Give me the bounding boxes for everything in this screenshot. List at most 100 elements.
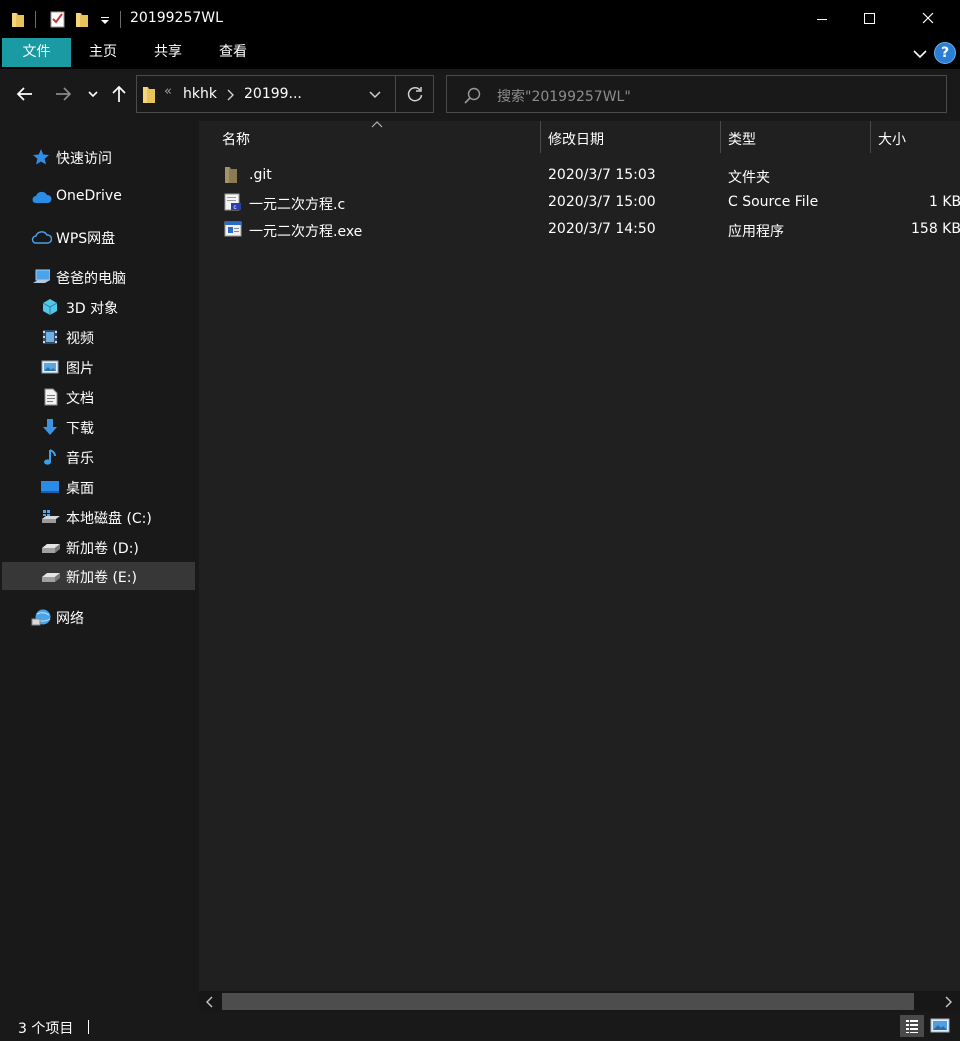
tab-share[interactable]: 共享 xyxy=(144,38,192,67)
sidebar-item-label: 文档 xyxy=(66,391,94,407)
file-size: 158 KB xyxy=(911,221,960,237)
sidebar-item-music[interactable]: 音乐 xyxy=(2,443,195,471)
breadcrumb-overflow[interactable]: « xyxy=(164,84,172,99)
horizontal-scrollbar[interactable] xyxy=(199,991,960,1012)
help-button[interactable]: ? xyxy=(934,42,956,64)
document-icon xyxy=(44,388,58,406)
file-name: 一元二次方程.c xyxy=(249,197,346,213)
column-header-date[interactable]: 修改日期 xyxy=(541,121,720,153)
new-folder-icon[interactable] xyxy=(75,10,89,28)
title-separator xyxy=(120,11,121,28)
column-header-type[interactable]: 类型 xyxy=(721,121,870,153)
sidebar-item-this-pc[interactable]: 爸爸的电脑 xyxy=(2,263,195,291)
file-name: .git xyxy=(249,167,272,183)
maximize-button[interactable] xyxy=(846,0,892,38)
picture-icon xyxy=(41,360,59,374)
details-view-button[interactable] xyxy=(900,1015,924,1037)
sidebar-item-label: 3D 对象 xyxy=(66,301,119,317)
sidebar-item-label: OneDrive xyxy=(56,188,122,204)
file-name: 一元二次方程.exe xyxy=(249,224,363,240)
cloud-icon xyxy=(32,191,52,203)
sidebar-item-documents[interactable]: 文档 xyxy=(2,383,195,411)
sidebar-item-pictures[interactable]: 图片 xyxy=(2,353,195,381)
sidebar-item-3d-objects[interactable]: 3D 对象 xyxy=(2,293,195,321)
sidebar-item-label: 音乐 xyxy=(66,451,94,467)
forward-arrow-icon[interactable] xyxy=(52,83,74,105)
file-size: 1 KB xyxy=(929,194,960,210)
sidebar-item-downloads[interactable]: 下载 xyxy=(2,413,195,441)
sidebar-item-network[interactable]: 网络 xyxy=(2,603,195,631)
large-icons-view-icon xyxy=(930,1018,950,1033)
file-modified: 2020/3/7 15:00 xyxy=(548,194,656,210)
drive-icon xyxy=(42,573,60,582)
sidebar-item-label: 桌面 xyxy=(66,481,94,497)
recent-locations-icon[interactable] xyxy=(84,83,106,105)
desktop-icon xyxy=(41,481,59,493)
sidebar-item-label: 新加卷 (E:) xyxy=(66,570,137,586)
sidebar-item-label: 新加卷 (D:) xyxy=(66,541,139,557)
minimize-button[interactable] xyxy=(799,0,845,38)
address-dropdown-icon[interactable] xyxy=(367,88,383,102)
drive-icon xyxy=(42,544,60,553)
search-icon xyxy=(464,87,481,104)
breadcrumb-segment[interactable]: 20199... xyxy=(244,86,302,102)
details-view-icon xyxy=(906,1020,918,1033)
column-header-size[interactable]: 大小 xyxy=(871,121,960,153)
sidebar-item-label: 视频 xyxy=(66,331,94,347)
sidebar-item-onedrive[interactable]: OneDrive xyxy=(2,183,195,211)
title-bar: 20199257WL xyxy=(0,0,960,38)
up-arrow-icon[interactable] xyxy=(108,83,130,105)
folder-icon xyxy=(12,13,24,27)
file-type: 文件夹 xyxy=(728,170,770,186)
close-button[interactable] xyxy=(904,0,950,38)
sidebar-item-label: 图片 xyxy=(66,361,94,377)
sidebar-item-wps-cloud[interactable]: WPS网盘 xyxy=(2,223,195,251)
address-bar[interactable]: « hkhk 20199... xyxy=(136,75,434,113)
file-list: 名称 修改日期 类型 大小 .git 2020/3/7 15:03 文件夹 c … xyxy=(199,121,960,991)
navigation-bar: « hkhk 20199... 搜索"20199257WL" xyxy=(0,69,960,121)
expand-ribbon-icon[interactable] xyxy=(912,46,928,62)
tab-view[interactable]: 查看 xyxy=(209,38,257,67)
file-row[interactable]: 一元二次方程.exe 2020/3/7 14:50 应用程序 158 KB xyxy=(199,216,960,243)
system-drive-icon xyxy=(42,510,60,523)
breadcrumb-chevron-icon[interactable] xyxy=(225,89,235,101)
file-row[interactable]: c 一元二次方程.c 2020/3/7 15:00 C Source File … xyxy=(199,189,960,216)
computer-icon xyxy=(33,269,50,283)
customize-toolbar-icon[interactable] xyxy=(99,10,111,28)
download-icon xyxy=(43,419,57,435)
item-count: 3 个项目 xyxy=(18,1021,74,1037)
file-modified: 2020/3/7 14:50 xyxy=(548,221,656,237)
sidebar-item-quick-access[interactable]: 快速访问 xyxy=(2,143,195,171)
sidebar-item-drive-d[interactable]: 新加卷 (D:) xyxy=(2,533,195,561)
refresh-icon[interactable] xyxy=(405,85,425,105)
breadcrumb-segment[interactable]: hkhk xyxy=(183,86,217,102)
sidebar-item-drive-e[interactable]: 新加卷 (E:) xyxy=(2,562,195,590)
sidebar-item-label: WPS网盘 xyxy=(56,231,116,247)
properties-icon[interactable] xyxy=(49,10,67,28)
cube-icon xyxy=(42,299,58,315)
ribbon-tabs: 文件 主页 共享 查看 ? xyxy=(0,38,960,69)
large-icons-view-button[interactable] xyxy=(928,1015,952,1037)
back-arrow-icon[interactable] xyxy=(14,83,36,105)
scroll-right-icon[interactable] xyxy=(943,996,953,1008)
file-type: 应用程序 xyxy=(728,224,784,240)
navigation-pane: 快速访问 OneDrive WPS网盘 爸爸的电脑 3D 对象 视频 图片 文档… xyxy=(0,121,198,1012)
file-row[interactable]: .git 2020/3/7 15:03 文件夹 xyxy=(199,162,960,189)
video-icon xyxy=(43,330,57,344)
file-modified: 2020/3/7 15:03 xyxy=(548,167,656,183)
address-divider xyxy=(395,76,396,112)
column-header-name[interactable]: 名称 xyxy=(199,121,540,153)
search-box[interactable]: 搜索"20199257WL" xyxy=(446,75,947,113)
sidebar-item-desktop[interactable]: 桌面 xyxy=(2,473,195,501)
scroll-left-icon[interactable] xyxy=(205,996,215,1008)
tab-file[interactable]: 文件 xyxy=(2,38,71,67)
scrollbar-thumb[interactable] xyxy=(222,993,914,1010)
minimize-icon xyxy=(817,19,827,20)
sidebar-item-videos[interactable]: 视频 xyxy=(2,323,195,351)
column-header-label: 大小 xyxy=(878,132,906,148)
network-icon xyxy=(31,609,51,626)
tab-home[interactable]: 主页 xyxy=(79,38,127,67)
close-icon xyxy=(922,12,934,24)
search-placeholder: 搜索"20199257WL" xyxy=(497,89,631,105)
sidebar-item-drive-c[interactable]: 本地磁盘 (C:) xyxy=(2,503,195,531)
